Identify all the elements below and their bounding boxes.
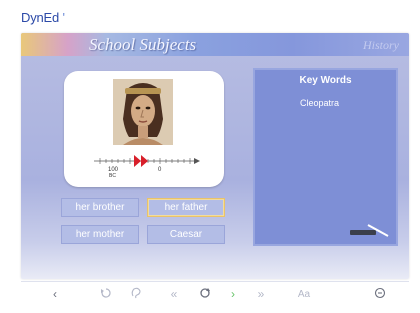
section-title: History	[363, 38, 399, 52]
exit-icon[interactable]	[372, 287, 388, 302]
cleopatra-portrait-image	[113, 79, 173, 145]
logo-accent: '	[62, 10, 65, 25]
ear-listen-icon[interactable]	[128, 287, 144, 302]
logo-text: DynEd	[21, 10, 60, 25]
timeline-label-bc: BC	[109, 173, 116, 179]
fast-forward-icon[interactable]: »	[253, 287, 269, 301]
history-timeline: 100 BC 0	[92, 153, 202, 183]
key-words-title: Key Words	[299, 75, 352, 86]
picture-card: 100 BC 0	[64, 71, 224, 187]
dyned-logo: DynEd '	[21, 10, 65, 25]
answer-caesar[interactable]: Caesar	[147, 225, 225, 244]
back-arrow-icon[interactable]: ‹	[47, 287, 63, 301]
answer-her-mother[interactable]: her mother	[61, 225, 139, 244]
title-bar: School Subjects History	[21, 33, 409, 56]
lesson-frame: School Subjects History 100 BC 0 her bro…	[21, 33, 409, 279]
repeat-icon[interactable]	[197, 287, 213, 302]
replay-audio-icon[interactable]	[98, 287, 114, 302]
answer-her-brother[interactable]: her brother	[61, 198, 139, 217]
answer-her-father[interactable]: her father	[147, 198, 225, 217]
timeline-marker-2	[141, 155, 148, 167]
pen-icon[interactable]	[348, 222, 390, 238]
page-title: School Subjects	[89, 35, 197, 54]
next-arrow-icon[interactable]: ›	[225, 287, 241, 301]
key-word-item[interactable]: Cleopatra	[300, 98, 339, 108]
timeline-label-0: 0	[158, 167, 162, 173]
key-words-panel: Key Words Cleopatra	[253, 68, 398, 246]
font-size-button[interactable]: Aa	[293, 289, 315, 300]
timeline-marker-1	[134, 155, 141, 167]
toolbar-divider	[21, 281, 409, 282]
rewind-icon[interactable]: «	[166, 287, 182, 301]
